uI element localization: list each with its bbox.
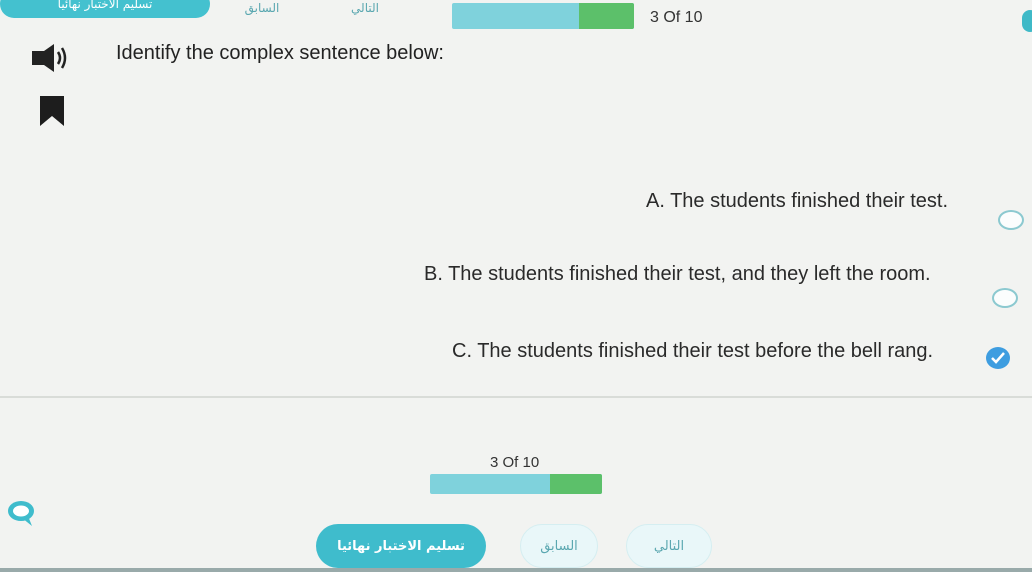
option-b[interactable]: B. The students finished their test, and… — [424, 263, 931, 286]
chat-icon[interactable] — [6, 500, 36, 526]
option-c-radio[interactable] — [986, 347, 1010, 369]
option-a-label: A. The students finished their test. — [646, 190, 949, 212]
question-counter: 3 Of 10 — [650, 9, 703, 26]
top-bar: تسليم الاختبار نهائيا السابق التالي 3 Of… — [0, 0, 1032, 34]
menu-handle[interactable] — [1022, 10, 1032, 32]
option-b-radio[interactable] — [992, 288, 1018, 308]
option-c-label: C. The students finished their test befo… — [452, 340, 934, 362]
bottom-submit-exam-button[interactable]: تسليم الاختبار نهائيا — [316, 524, 486, 568]
option-b-label: B. The students finished their test, and… — [424, 263, 931, 285]
bottom-question-counter: 3 Of 10 — [490, 454, 540, 471]
previous-button[interactable]: السابق — [224, 0, 300, 22]
option-a[interactable]: A. The students finished their test. — [646, 190, 948, 213]
bookmark-icon[interactable] — [40, 96, 64, 126]
option-c[interactable]: C. The students finished their test befo… — [452, 340, 933, 363]
progress-fill — [579, 3, 634, 29]
speaker-icon[interactable] — [30, 44, 70, 72]
submit-exam-button[interactable]: تسليم الاختبار نهائيا — [0, 0, 210, 18]
divider — [0, 396, 1032, 398]
bottom-strip — [0, 568, 1032, 572]
bottom-progress-bar — [430, 474, 602, 494]
bottom-next-button[interactable]: التالي — [626, 524, 712, 568]
bottom-progress-fill — [550, 474, 602, 494]
next-button[interactable]: التالي — [320, 0, 410, 22]
option-a-radio[interactable] — [998, 210, 1024, 230]
progress-bar — [452, 3, 634, 29]
question-prompt: Identify the complex sentence below: — [116, 42, 444, 64]
check-icon — [991, 352, 1005, 364]
bottom-previous-button[interactable]: السابق — [520, 524, 598, 568]
